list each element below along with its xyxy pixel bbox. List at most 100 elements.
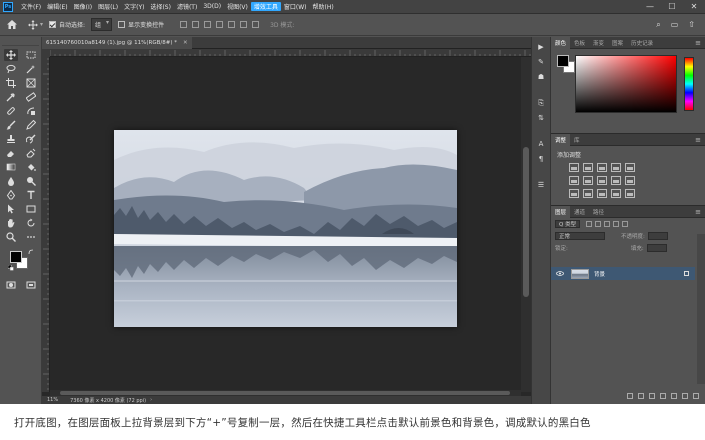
comment-icon[interactable]: ☗	[536, 72, 546, 82]
vibrance-icon[interactable]	[625, 163, 635, 172]
tab-swatches[interactable]: 色板	[570, 37, 589, 49]
shape-filter-icon[interactable]	[613, 221, 620, 227]
foreground-color-swatch[interactable]	[10, 251, 22, 263]
close-tab-icon[interactable]: ✕	[183, 40, 188, 46]
brush-settings-icon[interactable]: ✎	[536, 57, 546, 67]
lasso-icon[interactable]	[4, 63, 18, 75]
delete-layer-icon[interactable]	[693, 393, 699, 399]
dodge-icon[interactable]	[24, 175, 38, 187]
properties-icon[interactable]: ⇅	[536, 113, 546, 123]
minimize-button[interactable]: —	[639, 2, 661, 11]
photo-filter-icon[interactable]	[611, 176, 621, 185]
blend-mode-dropdown[interactable]: 正常	[555, 232, 605, 240]
paragraph-icon[interactable]: ¶	[536, 154, 546, 164]
hue-slider[interactable]	[684, 57, 694, 111]
add-mask-icon[interactable]	[649, 393, 655, 399]
gradient-icon[interactable]	[4, 161, 18, 173]
play-icon[interactable]: ▶	[536, 42, 546, 52]
quick-mask-icon[interactable]	[4, 279, 18, 291]
align-middle-icon[interactable]	[228, 21, 236, 28]
tab-history[interactable]: 历史记录	[627, 37, 657, 49]
levels-icon[interactable]	[583, 163, 593, 172]
align-top-icon[interactable]	[216, 21, 224, 28]
threshold-icon[interactable]	[597, 189, 607, 198]
opacity-field[interactable]	[647, 232, 668, 240]
gradient-map-icon[interactable]	[625, 189, 635, 198]
tab-layers[interactable]: 图层	[551, 205, 571, 218]
adjustments-icon[interactable]: ☰	[536, 180, 546, 190]
new-group-icon[interactable]	[671, 393, 677, 399]
vertical-scroll-thumb[interactable]	[523, 147, 529, 297]
healing-brush-icon[interactable]	[4, 105, 18, 117]
move-icon[interactable]	[4, 49, 18, 61]
adjustment-filter-icon[interactable]	[595, 221, 602, 227]
menu-plugins[interactable]: 增效工具	[250, 2, 281, 11]
posterize-icon[interactable]	[583, 189, 593, 198]
auto-select-target-dropdown[interactable]: 组	[91, 18, 113, 31]
menu-window[interactable]: 窗口(W)	[281, 2, 310, 11]
panel-menu-icon[interactable]: ≡	[695, 208, 701, 216]
pen-icon[interactable]	[4, 189, 18, 201]
home-icon[interactable]	[4, 18, 20, 32]
workspace-icon[interactable]: ▭	[671, 20, 679, 29]
search-icon[interactable]: ⌕	[656, 20, 660, 30]
document-image[interactable]	[114, 130, 457, 327]
patch-icon[interactable]	[24, 105, 38, 117]
color-picker-field[interactable]	[575, 55, 677, 113]
link-layers-icon[interactable]	[627, 393, 633, 399]
marquee-icon[interactable]	[24, 49, 38, 61]
exposure-icon[interactable]	[611, 163, 621, 172]
clone-stamp-icon[interactable]	[4, 133, 18, 145]
status-expand-icon[interactable]: ›	[150, 397, 152, 403]
screen-mode-icon[interactable]	[24, 279, 38, 291]
crop-icon[interactable]	[4, 77, 18, 89]
smart-object-filter-icon[interactable]	[622, 221, 629, 227]
panel-menu-icon[interactable]: ≡	[695, 136, 701, 144]
layer-name[interactable]: 背景	[594, 270, 605, 278]
more-options-icon[interactable]	[252, 21, 260, 28]
tab-adjustments[interactable]: 调整	[551, 133, 571, 146]
color-balance-icon[interactable]	[583, 176, 593, 185]
brush-icon[interactable]	[4, 119, 18, 131]
invert-icon[interactable]	[569, 189, 579, 198]
vertical-ruler[interactable]	[42, 49, 50, 392]
align-center-icon[interactable]	[192, 21, 200, 28]
paint-bucket-icon[interactable]	[24, 161, 38, 173]
align-right-icon[interactable]	[204, 21, 212, 28]
path-selection-icon[interactable]	[4, 203, 18, 215]
move-tool-icon[interactable]: ▾	[28, 19, 43, 30]
vertical-scrollbar[interactable]	[521, 57, 531, 392]
ruler-origin[interactable]	[42, 49, 50, 57]
lock-icon[interactable]	[684, 271, 689, 276]
clone-source-icon[interactable]: ⎘	[536, 98, 546, 108]
new-layer-icon[interactable]	[682, 393, 688, 399]
menu-edit[interactable]: 编辑(E)	[44, 2, 70, 11]
menu-select[interactable]: 选择(S)	[147, 2, 174, 11]
rotate-view-icon[interactable]	[24, 217, 38, 229]
layer-style-icon[interactable]	[638, 393, 644, 399]
eyedropper-icon[interactable]	[4, 91, 18, 103]
visibility-eye-icon[interactable]	[555, 271, 565, 276]
close-button[interactable]: ✕	[683, 2, 705, 11]
maximize-button[interactable]: ☐	[661, 2, 683, 11]
layers-scrollbar[interactable]	[697, 234, 705, 384]
channel-mixer-icon[interactable]	[625, 176, 635, 185]
tab-color[interactable]: 颜色	[551, 36, 571, 49]
menu-3d[interactable]: 3D(D)	[200, 3, 224, 10]
tab-paths[interactable]: 路径	[589, 206, 608, 218]
tab-patterns[interactable]: 图案	[608, 37, 627, 49]
canvas-workspace[interactable]	[50, 57, 521, 390]
menu-filter[interactable]: 滤镜(T)	[174, 2, 200, 11]
show-transform-checkbox[interactable]: 显示变换控件	[118, 20, 164, 29]
document-tab[interactable]: 615140760010a8149 (1).jpg @ 11%(RGB/8#) …	[42, 37, 192, 49]
zoom-level[interactable]: 11%	[47, 397, 58, 403]
ruler-tool-icon[interactable]	[24, 91, 38, 103]
menu-file[interactable]: 文件(F)	[18, 2, 44, 11]
default-colors-icon[interactable]	[8, 265, 14, 271]
tab-channels[interactable]: 通道	[570, 206, 589, 218]
horizontal-ruler[interactable]	[50, 49, 531, 57]
layer-row-background[interactable]: 背景	[551, 267, 695, 280]
brightness-icon[interactable]	[569, 163, 579, 172]
horizontal-scroll-thumb[interactable]	[60, 391, 510, 395]
menu-view[interactable]: 视图(V)	[224, 2, 251, 11]
